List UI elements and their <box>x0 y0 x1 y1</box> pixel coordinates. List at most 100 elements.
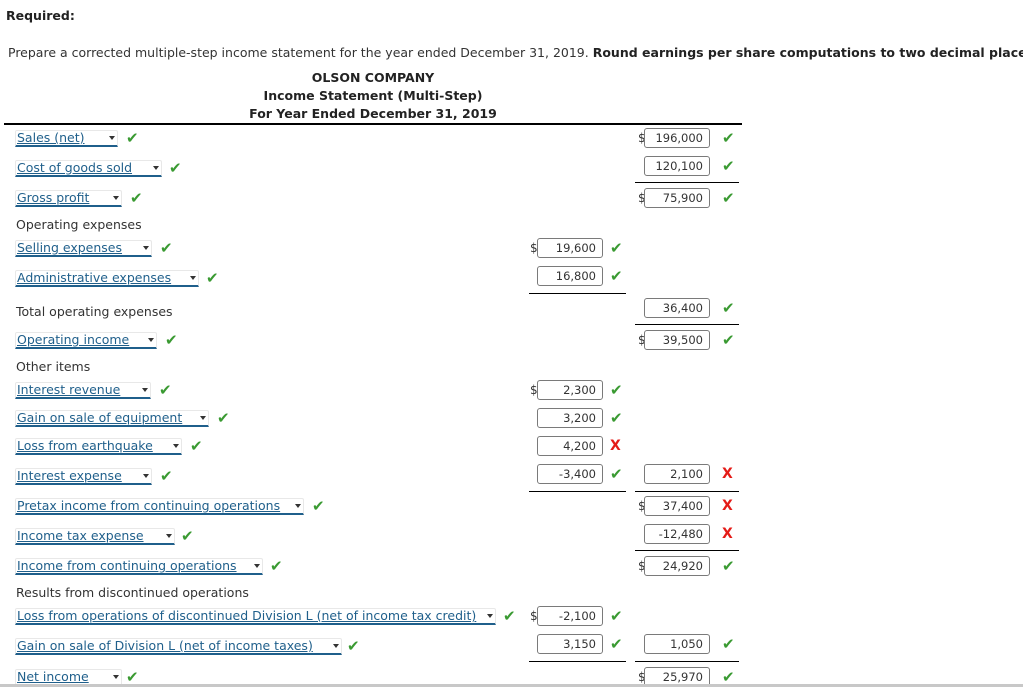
check-icon: ✔ <box>722 189 735 207</box>
check-icon: ✔ <box>722 157 735 175</box>
check-icon: ✔ <box>312 497 325 515</box>
check-icon: ✔ <box>610 381 623 399</box>
subtotal-rule <box>635 661 739 662</box>
chevron-down-icon <box>109 136 115 140</box>
gross-profit-input[interactable]: 75,900 <box>644 188 710 208</box>
check-icon: ✔ <box>270 557 283 575</box>
check-icon: ✔ <box>722 331 735 349</box>
instructions-text: Prepare a corrected multiple-step income… <box>8 45 593 60</box>
income-continuing-input[interactable]: 24,920 <box>644 556 710 576</box>
chevron-down-icon <box>173 444 179 448</box>
instructions: Prepare a corrected multiple-step income… <box>8 45 1023 60</box>
loss-earthquake-select[interactable]: Loss from earthquake <box>15 438 182 455</box>
instructions-bold: Round earnings per share computations to… <box>592 45 1023 60</box>
check-icon: ✔ <box>130 189 143 207</box>
sales-input[interactable]: 196,000 <box>644 128 710 148</box>
pretax-income-input[interactable]: 37,400 <box>644 496 710 516</box>
income-continuing-select[interactable]: Income from continuing operations <box>15 558 263 575</box>
chevron-down-icon <box>148 338 154 342</box>
subtotal-rule <box>529 293 626 294</box>
check-icon: ✔ <box>347 637 360 655</box>
check-icon: ✔ <box>722 635 735 653</box>
chevron-down-icon <box>487 614 493 618</box>
discontinued-total-input[interactable]: 1,050 <box>644 634 710 654</box>
incorrect-x-icon: X <box>722 526 733 542</box>
chevron-down-icon <box>190 276 196 280</box>
chevron-down-icon <box>143 474 149 478</box>
subtotal-rule <box>529 661 626 662</box>
selling-expenses-input[interactable]: 19,600 <box>537 238 603 258</box>
other-items-total-input[interactable]: 2,100 <box>644 464 710 484</box>
gain-equipment-select[interactable]: Gain on sale of equipment <box>15 410 209 427</box>
check-icon: ✔ <box>160 239 173 257</box>
required-label: Required: <box>6 8 75 23</box>
incorrect-x-icon: X <box>722 498 733 514</box>
pretax-income-select[interactable]: Pretax income from continuing operations <box>15 498 304 515</box>
check-icon: ✔ <box>722 129 735 147</box>
gain-equipment-input[interactable]: 3,200 <box>537 408 603 428</box>
loss-earthquake-input[interactable]: 4,200 <box>537 436 603 456</box>
statement-period: For Year Ended December 31, 2019 <box>249 106 497 121</box>
check-icon: ✔ <box>610 409 623 427</box>
chevron-down-icon <box>166 534 172 538</box>
discontinued-heading: Results from discontinued operations <box>16 585 249 600</box>
check-icon: ✔ <box>181 527 194 545</box>
admin-expenses-select[interactable]: Administrative expenses <box>15 270 199 287</box>
incorrect-x-icon: X <box>722 466 733 482</box>
cogs-input[interactable]: 120,100 <box>644 156 710 176</box>
other-items-heading: Other items <box>16 359 91 374</box>
check-icon: ✔ <box>217 409 230 427</box>
check-icon: ✔ <box>165 331 178 349</box>
check-icon: ✔ <box>610 607 623 625</box>
interest-revenue-input[interactable]: 2,300 <box>537 380 603 400</box>
gross-profit-select[interactable]: Gross profit <box>15 190 122 207</box>
chevron-down-icon <box>153 166 159 170</box>
statement-title: Income Statement (Multi-Step) <box>263 88 483 103</box>
check-icon: ✔ <box>160 467 173 485</box>
check-icon: ✔ <box>722 557 735 575</box>
chevron-down-icon <box>333 644 339 648</box>
gain-division-input[interactable]: 3,150 <box>537 634 603 654</box>
check-icon: ✔ <box>610 267 623 285</box>
subtotal-rule <box>635 182 739 183</box>
loss-division-select[interactable]: Loss from operations of discontinued Div… <box>15 608 496 625</box>
header-divider <box>4 123 742 125</box>
gain-division-select[interactable]: Gain on sale of Division L (net of incom… <box>15 638 342 655</box>
check-icon: ✔ <box>610 465 623 483</box>
check-icon: ✔ <box>126 668 139 686</box>
admin-expenses-input[interactable]: 16,800 <box>537 266 603 286</box>
check-icon: ✔ <box>722 668 735 686</box>
check-icon: ✔ <box>503 607 516 625</box>
check-icon: ✔ <box>206 269 219 287</box>
check-icon: ✔ <box>190 437 203 455</box>
interest-expense-input[interactable]: -3,400 <box>537 464 603 484</box>
chevron-down-icon <box>113 196 119 200</box>
income-tax-input[interactable]: -12,480 <box>644 524 710 544</box>
chevron-down-icon <box>295 504 301 508</box>
sales-select[interactable]: Sales (net) <box>15 130 118 147</box>
cogs-select[interactable]: Cost of goods sold <box>15 160 162 177</box>
loss-division-input[interactable]: -2,100 <box>537 606 603 626</box>
chevron-down-icon <box>254 564 260 568</box>
operating-expenses-heading: Operating expenses <box>16 217 142 232</box>
operating-income-input[interactable]: 39,500 <box>644 330 710 350</box>
operating-income-select[interactable]: Operating income <box>15 332 157 349</box>
incorrect-x-icon: X <box>610 438 621 454</box>
income-tax-select[interactable]: Income tax expense <box>15 528 175 545</box>
subtotal-rule <box>529 491 626 492</box>
total-opex-label: Total operating expenses <box>16 304 173 319</box>
check-icon: ✔ <box>722 299 735 317</box>
interest-revenue-select[interactable]: Interest revenue <box>15 382 151 399</box>
check-icon: ✔ <box>610 239 623 257</box>
selling-expenses-select[interactable]: Selling expenses <box>15 240 152 257</box>
subtotal-rule <box>635 491 739 492</box>
chevron-down-icon <box>142 388 148 392</box>
subtotal-rule <box>635 550 739 551</box>
chevron-down-icon <box>143 246 149 250</box>
interest-expense-select[interactable]: Interest expense <box>15 468 152 485</box>
subtotal-rule <box>635 324 739 325</box>
chevron-down-icon <box>113 675 119 679</box>
check-icon: ✔ <box>159 381 172 399</box>
total-opex-input[interactable]: 36,400 <box>644 298 710 318</box>
check-icon: ✔ <box>169 159 182 177</box>
